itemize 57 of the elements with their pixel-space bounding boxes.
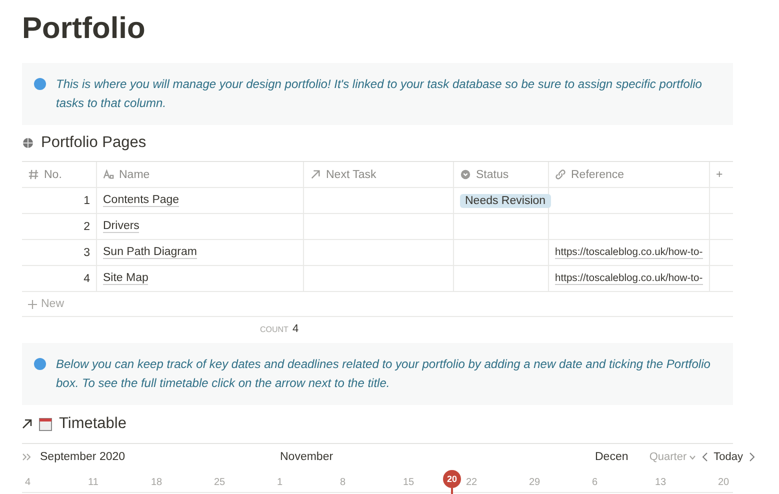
day-label: 15 — [403, 477, 414, 488]
arrow-icon[interactable] — [22, 419, 32, 429]
today-button[interactable]: Today — [714, 451, 743, 463]
calendar-icon — [39, 418, 52, 430]
day-label: 20 — [718, 477, 730, 488]
day-label: 11 — [88, 477, 98, 488]
day-label: 13 — [655, 477, 666, 488]
arrow-icon — [310, 169, 321, 180]
day-label: 25 — [214, 477, 226, 488]
callout-text: Below you can keep track of key dates and deadlines related to your portfolio by adding a new date and ticking the Portfolio box. To see the full timetable click on the arrow next to the title. — [56, 356, 712, 392]
count-value: 4 — [292, 323, 299, 335]
page-name[interactable]: Sun Path Diagram — [103, 246, 197, 259]
select-icon — [460, 169, 471, 180]
page-name[interactable]: Contents Page — [103, 194, 180, 207]
column-header[interactable]: Next Task — [304, 162, 454, 187]
section-title: Timetable — [59, 415, 126, 433]
page-title: Portfolio — [22, 12, 146, 46]
day-label: 18 — [151, 477, 162, 488]
chevron-left-icon[interactable] — [702, 452, 708, 462]
callout-text: This is where you will manage your design portfolio! It's linked to your task database so be sure to assign specific portfolio tasks to that column. — [56, 76, 703, 112]
circle-icon — [34, 358, 46, 370]
view-dropdown[interactable]: Quarter — [649, 451, 696, 463]
month-label: Decen — [595, 451, 630, 463]
link-icon — [555, 169, 566, 180]
plus-icon — [28, 300, 37, 308]
column-header[interactable]: No. — [22, 162, 97, 187]
count-label: COUNT — [260, 324, 288, 334]
chevron-down-icon — [688, 454, 696, 460]
day-label: 8 — [340, 477, 346, 488]
add-column-button[interactable]: + — [710, 162, 733, 187]
new-row-button[interactable]: New — [22, 292, 733, 317]
column-header[interactable]: Name — [97, 162, 304, 187]
day-label: 6 — [592, 477, 598, 488]
chevron-right-icon[interactable] — [749, 452, 755, 462]
day-label: 4 — [25, 477, 31, 488]
number-cell: 1 — [22, 188, 97, 213]
text-icon — [103, 169, 114, 180]
hash-icon — [28, 169, 39, 180]
expand-icon[interactable] — [22, 453, 32, 461]
month-label: September 2020 — [40, 451, 126, 463]
globe-icon — [22, 137, 34, 149]
day-label: 29 — [529, 477, 540, 488]
column-header[interactable]: Reference — [549, 162, 710, 187]
day-label: 22 — [466, 477, 478, 488]
reference-link[interactable]: https://toscaleblog.co.uk/how-to- — [555, 272, 703, 284]
number-cell: 4 — [22, 266, 97, 291]
page-name[interactable]: Site Map — [103, 272, 148, 285]
column-header[interactable]: Status — [454, 162, 549, 187]
reference-link[interactable]: https://toscaleblog.co.uk/how-to- — [555, 246, 703, 258]
month-label: November — [280, 451, 334, 463]
number-cell: 3 — [22, 240, 97, 265]
number-cell: 2 — [22, 214, 97, 239]
section-title: Portfolio Pages — [41, 134, 146, 152]
status-tag: Needs Revision — [460, 194, 551, 208]
day-label: 1 — [277, 477, 283, 488]
circle-icon — [34, 78, 46, 90]
page-name[interactable]: Drivers — [103, 220, 140, 233]
